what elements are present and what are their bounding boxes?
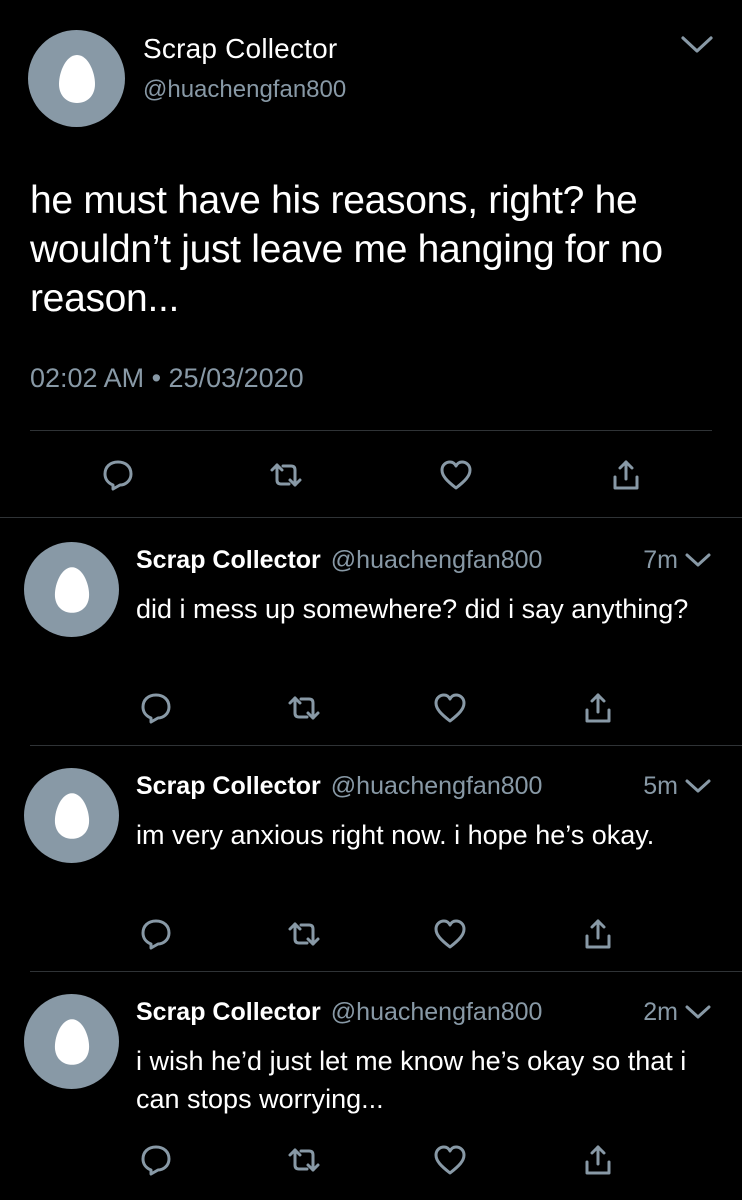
divider [0,517,742,518]
chevron-down-icon[interactable] [684,1003,712,1026]
egg-icon [58,54,95,103]
like-icon[interactable] [430,1140,470,1180]
display-name[interactable]: Scrap Collector [136,772,321,801]
reply-header: Scrap Collector @huachengfan800 [136,998,542,1027]
reply-icon[interactable] [136,688,176,728]
divider [30,971,742,972]
reply-header: Scrap Collector @huachengfan800 [136,546,542,575]
tweet-timestamp: 02:02 AM • 25/03/2020 [30,363,304,393]
user-handle[interactable]: @huachengfan800 [331,998,543,1027]
chevron-down-icon[interactable] [684,551,712,574]
avatar[interactable] [24,994,119,1089]
share-icon[interactable] [578,688,618,728]
retweet-icon[interactable] [284,914,324,954]
like-icon[interactable] [430,914,470,954]
user-handle[interactable]: @huachengfan800 [331,772,543,801]
reply-header: Scrap Collector @huachengfan800 [136,772,542,801]
avatar[interactable] [28,30,125,127]
egg-icon [54,792,89,839]
display-name[interactable]: Scrap Collector [136,998,321,1027]
reply-icon[interactable] [98,455,138,495]
egg-icon [54,566,89,613]
user-handle[interactable]: @huachengfan800 [143,76,346,104]
divider [30,430,712,431]
retweet-icon[interactable] [284,688,324,728]
reply-icon[interactable] [136,914,176,954]
divider [30,745,742,746]
avatar[interactable] [24,768,119,863]
tweet-time: 2m [643,998,678,1026]
retweet-icon[interactable] [266,455,306,495]
share-icon[interactable] [578,914,618,954]
retweet-icon[interactable] [284,1140,324,1180]
share-icon[interactable] [606,455,646,495]
share-icon[interactable] [578,1140,618,1180]
avatar[interactable] [24,542,119,637]
like-icon[interactable] [430,688,470,728]
reply-icon[interactable] [136,1140,176,1180]
user-handle[interactable]: @huachengfan800 [331,546,543,575]
tweet-time: 7m [643,546,678,574]
display-name[interactable]: Scrap Collector [143,33,337,65]
chevron-down-icon[interactable] [680,34,714,61]
tweet-text: i wish he’d just let me know he’s okay s… [136,1046,687,1114]
egg-icon [54,1018,89,1065]
tweet-time: 5m [643,772,678,800]
tweet-text: did i mess up somewhere? did i say anyth… [136,594,689,624]
tweet-text: he must have his reasons, right? he woul… [30,179,663,320]
tweet-text: im very anxious right now. i hope he’s o… [136,820,655,850]
like-icon[interactable] [436,455,476,495]
display-name[interactable]: Scrap Collector [136,546,321,575]
chevron-down-icon[interactable] [684,777,712,800]
